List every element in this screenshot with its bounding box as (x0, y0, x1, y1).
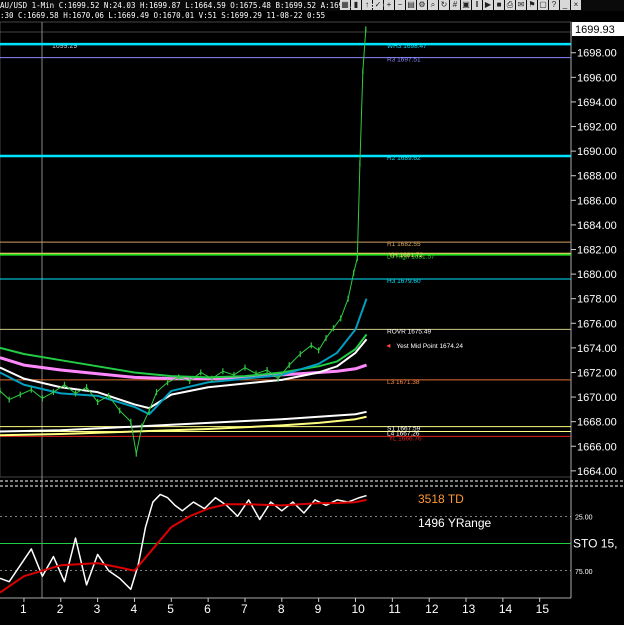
indicator-label: STO 15, (573, 537, 617, 551)
time-tick-label: 4 (130, 602, 137, 616)
price-chart[interactable]: 1699.291698.001696.001694.001692.001690.… (0, 0, 624, 625)
level-label: WH3 1698.47 (387, 43, 427, 50)
moving-average-line (0, 338, 368, 410)
moving-average-line (0, 415, 367, 437)
price-tick-label: 1666.00 (577, 441, 617, 453)
level-label: ROVR 1675.49 (387, 328, 431, 335)
price-tick-label: 1678.00 (577, 294, 617, 306)
time-tick-label: 14 (499, 602, 513, 616)
annotation-arrow: ◂ (386, 341, 390, 350)
level-label: YH 1681.72 (389, 252, 424, 259)
price-tick-label: 1682.00 (577, 245, 617, 257)
time-tick-label: 5 (167, 602, 174, 616)
level-label: R1 1682.55 (387, 241, 421, 248)
info-badge: 1496 YRange (418, 516, 492, 530)
price-tick-label: 1690.00 (577, 146, 617, 158)
price-tick-label: 1696.00 (577, 72, 617, 84)
time-tick-label: 10 (351, 602, 365, 616)
level-label: L3 1671.38 (387, 379, 420, 386)
time-tick-label: 3 (94, 602, 101, 616)
time-tick-label: 8 (278, 602, 285, 616)
osc-tick-label: 25.00 (575, 514, 593, 521)
stochastic-line (0, 493, 367, 591)
time-tick-label: 2 (57, 602, 64, 616)
annotation-label: Yest Mid Point 1674.24 (396, 343, 463, 350)
level-label: H3 1679.60 (387, 278, 421, 285)
moving-average-line (0, 333, 368, 379)
time-tick-label: 13 (462, 602, 476, 616)
price-line (0, 29, 367, 454)
price-tick-label: 1684.00 (577, 220, 617, 232)
price-tick-label: 1670.00 (577, 392, 617, 404)
moving-average-line (0, 298, 368, 416)
info-badge: 3518 TD (418, 492, 464, 506)
stochastic-line (0, 498, 367, 594)
price-tick-label: 1676.00 (577, 318, 617, 330)
price-tick-label: 1672.00 (577, 367, 617, 379)
price-tick-label: 1680.00 (577, 269, 617, 281)
moving-average-line (0, 410, 367, 433)
level-label: R2 1689.62 (387, 155, 421, 162)
last-price-label: 1699.93 (575, 24, 615, 36)
level-label: YL 1666.76 (389, 435, 422, 442)
price-tick-label: 1694.00 (577, 97, 617, 109)
main-plot-frame (0, 21, 572, 478)
price-tick-label: 1692.00 (577, 122, 617, 134)
time-tick-label: 15 (536, 602, 550, 616)
price-tick-label: 1686.00 (577, 195, 617, 207)
price-tick-label: 1674.00 (577, 343, 617, 355)
price-tick-label: 1664.00 (577, 466, 617, 478)
price-tick-label: 1698.00 (577, 48, 617, 60)
time-tick-label: 1 (20, 602, 27, 616)
time-tick-label: 7 (241, 602, 248, 616)
price-tick-label: 1668.00 (577, 417, 617, 429)
time-tick-label: 12 (425, 602, 439, 616)
price-tick-label: 1688.00 (577, 171, 617, 183)
osc-tick-label: 75.00 (575, 569, 593, 576)
time-tick-label: 6 (204, 602, 211, 616)
time-tick-label: 9 (315, 602, 322, 616)
level-label: R3 1697.51 (387, 57, 421, 64)
time-tick-label: 11 (388, 602, 401, 616)
